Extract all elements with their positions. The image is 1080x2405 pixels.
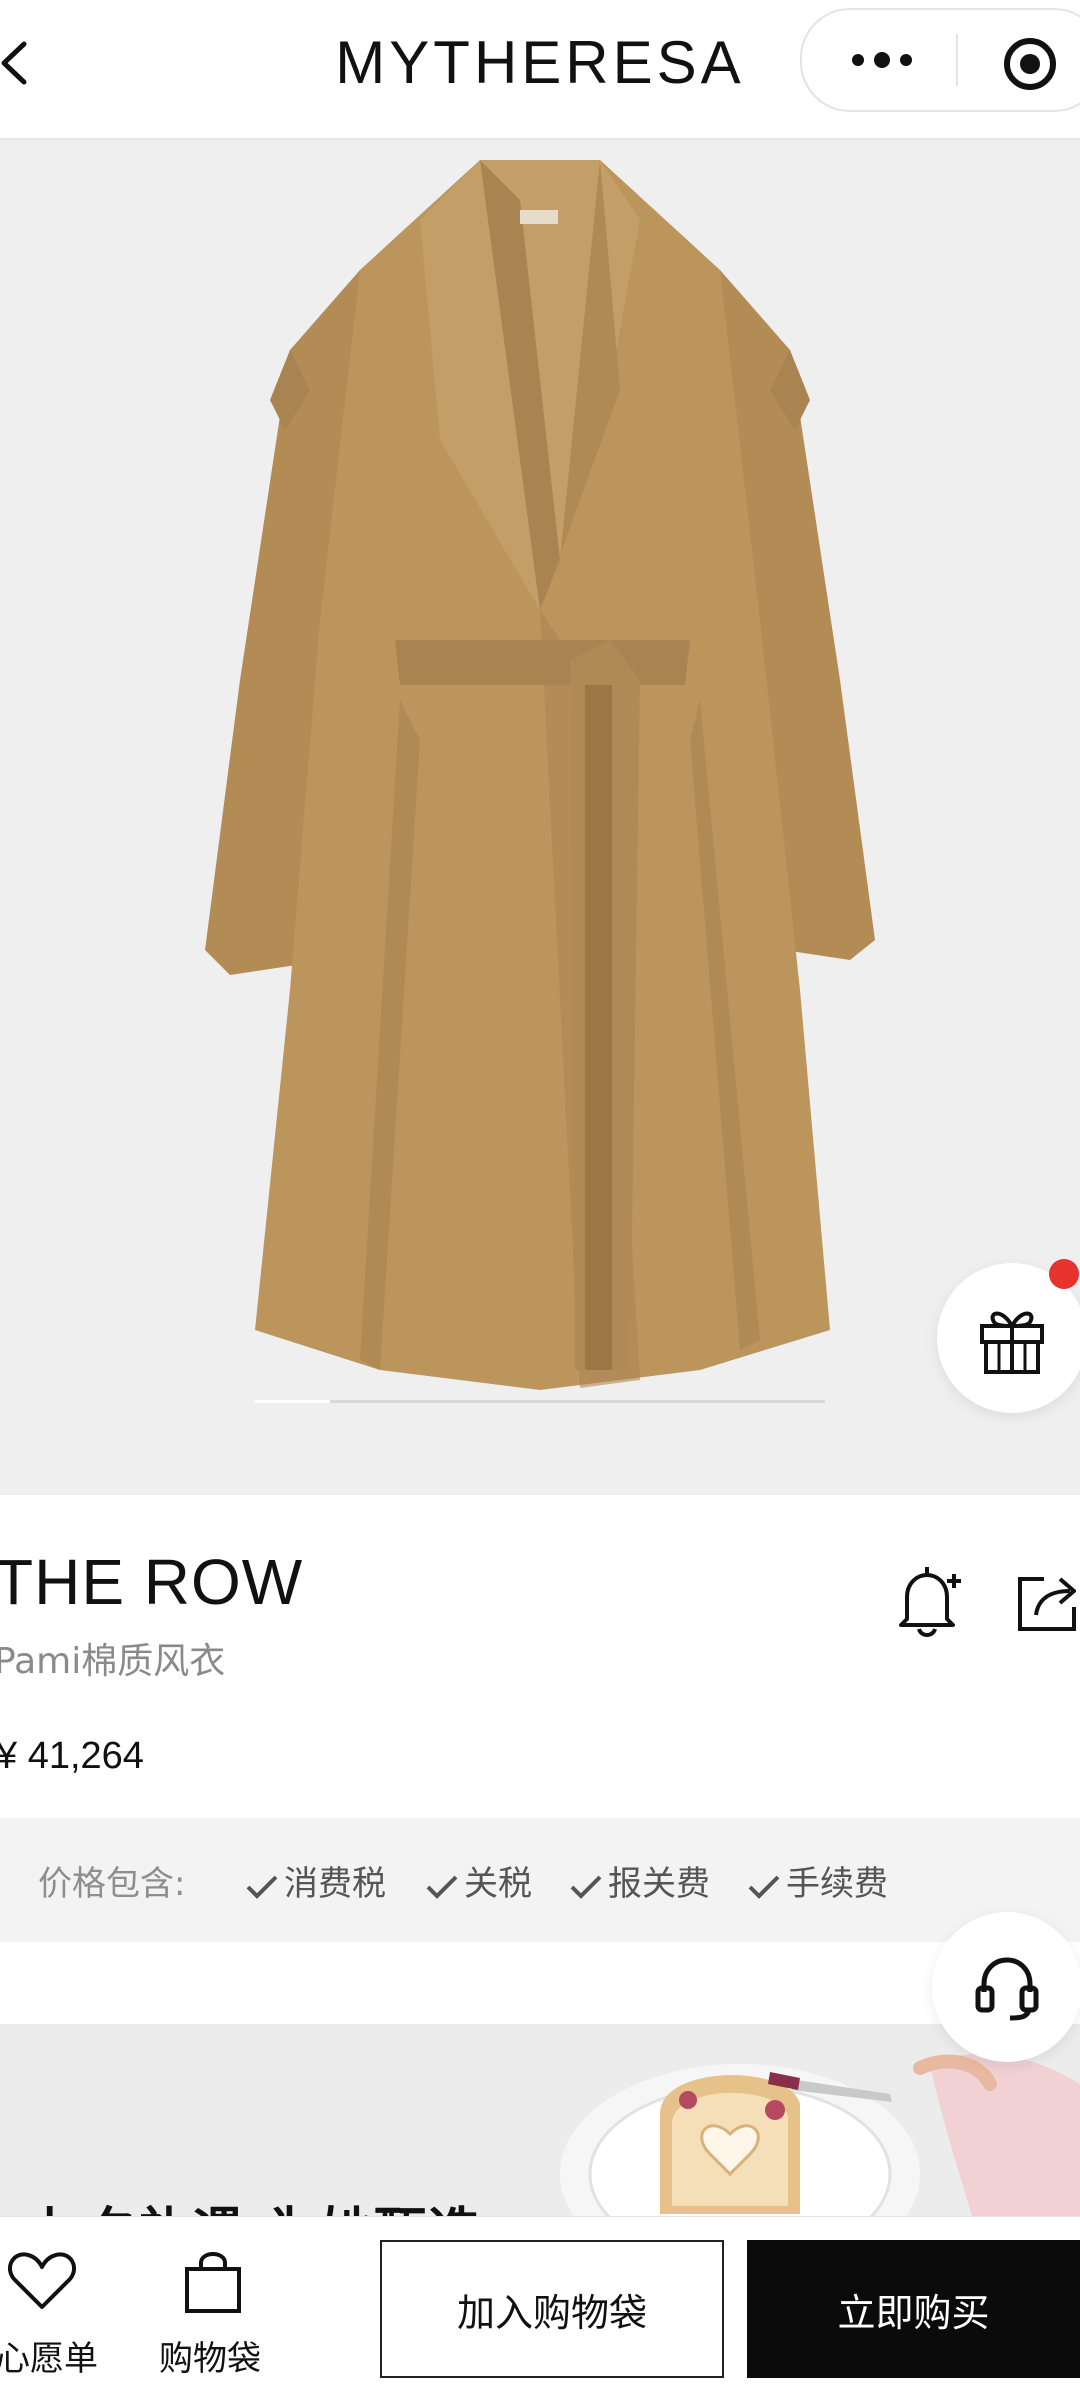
product-image-gallery[interactable] — [0, 140, 1080, 1495]
bottom-action-bar: 心愿单 购物袋 加入购物袋 立即购买 — [0, 2216, 1080, 2405]
add-to-bag-button[interactable]: 加入购物袋 — [380, 2240, 724, 2378]
top-nav-bar: MYTHERESA — [0, 0, 1080, 140]
product-name: Pami棉质风衣 — [0, 1641, 226, 1682]
target-icon[interactable] — [1002, 36, 1058, 92]
check-icon — [748, 1875, 780, 1899]
mini-program-capsule — [800, 8, 1080, 112]
share-icon[interactable] — [1014, 1571, 1080, 1635]
promo-banner[interactable]: 七夕礼遇 为她甄选 — [0, 2024, 1080, 2244]
bell-plus-icon[interactable] — [895, 1563, 965, 1641]
check-icon — [570, 1875, 602, 1899]
shopping-bag-label: 购物袋 — [159, 2339, 261, 2379]
gift-icon — [980, 1311, 1044, 1374]
gallery-progress-fill — [255, 1400, 330, 1403]
include-item: 报关费 — [568, 1856, 710, 1905]
shopping-bag-button[interactable]: 购物袋 — [155, 2249, 275, 2379]
price-includes-bar: 价格包含: 消费税 关税 报关费 手续费 — [0, 1818, 1080, 1942]
include-item-label: 消费税 — [284, 1864, 386, 1904]
product-brand[interactable]: THE ROW — [0, 1545, 303, 1619]
include-item: 关税 — [424, 1856, 532, 1905]
wishlist-button[interactable]: 心愿单 — [0, 2249, 100, 2379]
buy-now-button[interactable]: 立即购买 — [747, 2240, 1080, 2378]
wishlist-label: 心愿单 — [0, 2339, 98, 2379]
product-info: THE ROW Pami棉质风衣 ¥ 41,264 — [0, 1495, 1080, 1815]
heart-icon — [8, 2252, 76, 2309]
customer-service-button[interactable] — [932, 1912, 1080, 2062]
more-dots-icon[interactable] — [844, 40, 924, 80]
gift-button[interactable] — [937, 1259, 1080, 1413]
shopping-bag-icon — [185, 2252, 241, 2313]
check-icon — [246, 1875, 278, 1899]
capsule-divider — [956, 34, 958, 86]
product-price: ¥ 41,264 — [0, 1735, 144, 1777]
check-icon — [426, 1875, 458, 1899]
headset-icon — [975, 1957, 1039, 2021]
gallery-progress-indicator — [255, 1400, 825, 1403]
include-item-label: 报关费 — [608, 1864, 710, 1904]
include-item: 消费税 — [244, 1856, 386, 1905]
price-includes-label: 价格包含: — [38, 1864, 186, 1904]
include-item: 手续费 — [746, 1856, 888, 1905]
coat-image — [205, 160, 875, 1390]
notification-badge — [1049, 1259, 1079, 1289]
include-item-label: 手续费 — [786, 1864, 888, 1904]
include-item-label: 关税 — [464, 1864, 532, 1904]
